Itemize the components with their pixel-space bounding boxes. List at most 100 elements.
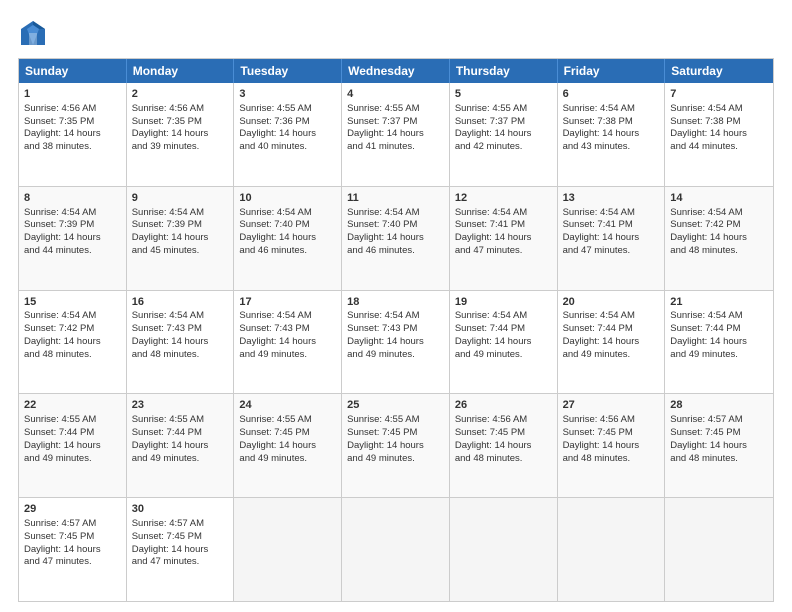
- day-info: and 44 minutes.: [24, 245, 121, 258]
- day-info: and 45 minutes.: [132, 245, 229, 258]
- day-info: Sunrise: 4:57 AM: [132, 518, 229, 531]
- day-number: 20: [563, 295, 660, 310]
- calendar-row: 22Sunrise: 4:55 AMSunset: 7:44 PMDayligh…: [19, 394, 773, 498]
- day-info: Sunrise: 4:54 AM: [563, 310, 660, 323]
- day-info: Daylight: 14 hours: [347, 128, 444, 141]
- day-number: 27: [563, 398, 660, 413]
- calendar-cell-day-7: 7Sunrise: 4:54 AMSunset: 7:38 PMDaylight…: [665, 83, 773, 186]
- day-info: Sunset: 7:45 PM: [239, 427, 336, 440]
- day-info: and 49 minutes.: [239, 453, 336, 466]
- day-info: Sunrise: 4:54 AM: [455, 310, 552, 323]
- day-info: Daylight: 14 hours: [132, 544, 229, 557]
- calendar-cell-day-17: 17Sunrise: 4:54 AMSunset: 7:43 PMDayligh…: [234, 291, 342, 394]
- day-info: Daylight: 14 hours: [670, 440, 768, 453]
- day-number: 3: [239, 87, 336, 102]
- day-info: and 49 minutes.: [670, 349, 768, 362]
- day-info: Sunrise: 4:56 AM: [24, 103, 121, 116]
- day-info: Daylight: 14 hours: [132, 232, 229, 245]
- day-info: Sunset: 7:37 PM: [347, 116, 444, 129]
- day-info: Daylight: 14 hours: [132, 128, 229, 141]
- calendar-cell-day-2: 2Sunrise: 4:56 AMSunset: 7:35 PMDaylight…: [127, 83, 235, 186]
- calendar-cell-day-3: 3Sunrise: 4:55 AMSunset: 7:36 PMDaylight…: [234, 83, 342, 186]
- day-number: 8: [24, 191, 121, 206]
- day-info: Sunrise: 4:55 AM: [239, 103, 336, 116]
- day-info: and 47 minutes.: [455, 245, 552, 258]
- day-info: Daylight: 14 hours: [455, 128, 552, 141]
- day-number: 9: [132, 191, 229, 206]
- day-number: 26: [455, 398, 552, 413]
- day-info: and 38 minutes.: [24, 141, 121, 154]
- day-info: and 40 minutes.: [239, 141, 336, 154]
- day-info: Sunset: 7:41 PM: [563, 219, 660, 232]
- day-info: Sunrise: 4:54 AM: [24, 310, 121, 323]
- day-info: Daylight: 14 hours: [563, 128, 660, 141]
- day-info: Sunset: 7:45 PM: [347, 427, 444, 440]
- day-info: Daylight: 14 hours: [132, 336, 229, 349]
- day-info: Sunrise: 4:54 AM: [24, 207, 121, 220]
- day-number: 13: [563, 191, 660, 206]
- day-info: Sunset: 7:36 PM: [239, 116, 336, 129]
- calendar-cell-day-8: 8Sunrise: 4:54 AMSunset: 7:39 PMDaylight…: [19, 187, 127, 290]
- day-info: Sunset: 7:45 PM: [132, 531, 229, 544]
- calendar-cell-day-28: 28Sunrise: 4:57 AMSunset: 7:45 PMDayligh…: [665, 394, 773, 497]
- day-number: 21: [670, 295, 768, 310]
- weekday-header: Wednesday: [342, 59, 450, 83]
- day-info: Daylight: 14 hours: [239, 232, 336, 245]
- day-info: Sunrise: 4:55 AM: [347, 103, 444, 116]
- day-info: and 48 minutes.: [563, 453, 660, 466]
- day-info: Sunset: 7:45 PM: [563, 427, 660, 440]
- calendar-cell-day-25: 25Sunrise: 4:55 AMSunset: 7:45 PMDayligh…: [342, 394, 450, 497]
- calendar-cell-day-11: 11Sunrise: 4:54 AMSunset: 7:40 PMDayligh…: [342, 187, 450, 290]
- weekday-header: Monday: [127, 59, 235, 83]
- day-number: 6: [563, 87, 660, 102]
- day-info: and 49 minutes.: [455, 349, 552, 362]
- weekday-header: Sunday: [19, 59, 127, 83]
- day-info: Daylight: 14 hours: [24, 336, 121, 349]
- calendar-row: 15Sunrise: 4:54 AMSunset: 7:42 PMDayligh…: [19, 291, 773, 395]
- day-info: Sunset: 7:44 PM: [132, 427, 229, 440]
- day-info: Sunrise: 4:54 AM: [670, 103, 768, 116]
- calendar-row: 8Sunrise: 4:54 AMSunset: 7:39 PMDaylight…: [19, 187, 773, 291]
- day-info: Sunrise: 4:54 AM: [239, 310, 336, 323]
- day-info: and 44 minutes.: [670, 141, 768, 154]
- calendar-cell-empty: [234, 498, 342, 601]
- day-number: 10: [239, 191, 336, 206]
- day-number: 14: [670, 191, 768, 206]
- calendar-cell-day-13: 13Sunrise: 4:54 AMSunset: 7:41 PMDayligh…: [558, 187, 666, 290]
- day-number: 19: [455, 295, 552, 310]
- day-info: Sunset: 7:38 PM: [563, 116, 660, 129]
- day-info: Sunset: 7:37 PM: [455, 116, 552, 129]
- day-number: 22: [24, 398, 121, 413]
- day-info: Daylight: 14 hours: [239, 336, 336, 349]
- calendar-cell-day-15: 15Sunrise: 4:54 AMSunset: 7:42 PMDayligh…: [19, 291, 127, 394]
- day-info: Daylight: 14 hours: [455, 440, 552, 453]
- day-info: Daylight: 14 hours: [239, 128, 336, 141]
- day-info: Sunrise: 4:54 AM: [347, 310, 444, 323]
- weekday-header: Saturday: [665, 59, 773, 83]
- day-info: Sunset: 7:45 PM: [455, 427, 552, 440]
- calendar-cell-day-1: 1Sunrise: 4:56 AMSunset: 7:35 PMDaylight…: [19, 83, 127, 186]
- day-info: Daylight: 14 hours: [347, 232, 444, 245]
- day-number: 11: [347, 191, 444, 206]
- calendar-cell-day-27: 27Sunrise: 4:56 AMSunset: 7:45 PMDayligh…: [558, 394, 666, 497]
- day-info: Sunrise: 4:54 AM: [563, 207, 660, 220]
- day-info: Sunset: 7:41 PM: [455, 219, 552, 232]
- day-info: Sunrise: 4:55 AM: [132, 414, 229, 427]
- day-number: 12: [455, 191, 552, 206]
- day-info: and 48 minutes.: [24, 349, 121, 362]
- day-number: 28: [670, 398, 768, 413]
- calendar-cell-day-22: 22Sunrise: 4:55 AMSunset: 7:44 PMDayligh…: [19, 394, 127, 497]
- page: SundayMondayTuesdayWednesdayThursdayFrid…: [0, 0, 792, 612]
- day-info: and 46 minutes.: [239, 245, 336, 258]
- calendar-cell-empty: [558, 498, 666, 601]
- weekday-header: Thursday: [450, 59, 558, 83]
- day-info: and 49 minutes.: [24, 453, 121, 466]
- day-number: 30: [132, 502, 229, 517]
- day-info: Sunrise: 4:55 AM: [24, 414, 121, 427]
- calendar-header: SundayMondayTuesdayWednesdayThursdayFrid…: [19, 59, 773, 83]
- day-info: Daylight: 14 hours: [563, 440, 660, 453]
- day-info: Daylight: 14 hours: [347, 440, 444, 453]
- calendar-cell-day-16: 16Sunrise: 4:54 AMSunset: 7:43 PMDayligh…: [127, 291, 235, 394]
- day-info: Sunset: 7:38 PM: [670, 116, 768, 129]
- day-info: Sunrise: 4:54 AM: [670, 207, 768, 220]
